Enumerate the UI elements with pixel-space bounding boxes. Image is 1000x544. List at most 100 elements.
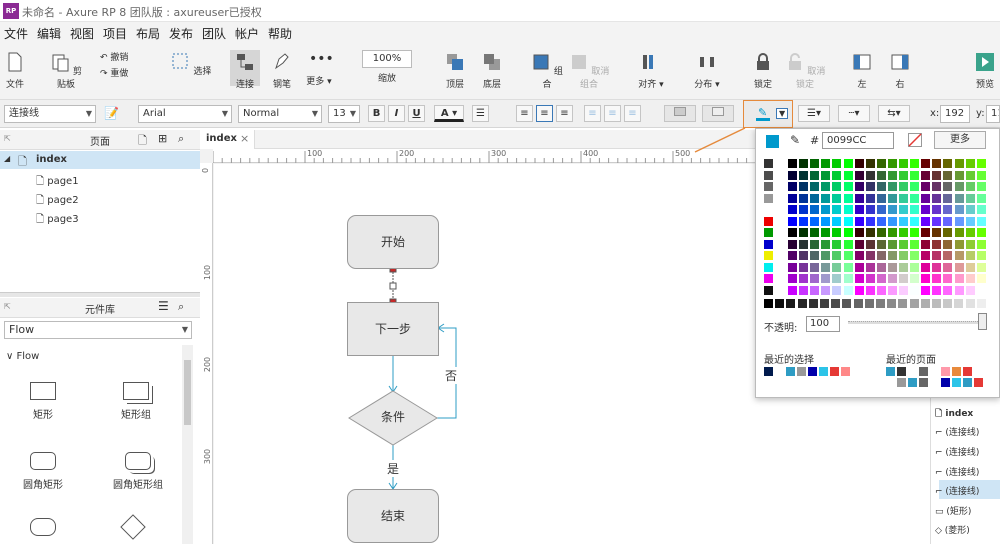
library-scrollbar[interactable]: [182, 345, 193, 544]
color-swatch[interactable]: [976, 239, 986, 249]
color-swatch[interactable]: [832, 170, 842, 180]
color-swatch[interactable]: [832, 205, 842, 214]
color-swatch[interactable]: [821, 262, 831, 272]
color-swatch[interactable]: [932, 274, 942, 283]
color-swatch[interactable]: [797, 367, 806, 376]
color-swatch[interactable]: [976, 262, 986, 272]
color-swatch[interactable]: [965, 170, 975, 180]
color-swatch[interactable]: [865, 251, 875, 260]
color-swatch[interactable]: [810, 193, 820, 203]
color-swatch[interactable]: [788, 262, 797, 272]
menu-file[interactable]: 文件: [4, 25, 28, 42]
widget-stadium[interactable]: [30, 518, 56, 536]
color-swatch[interactable]: [832, 228, 842, 237]
color-swatch[interactable]: [963, 367, 972, 376]
color-swatch[interactable]: [854, 239, 864, 249]
color-swatch[interactable]: [976, 285, 986, 295]
outline-item[interactable]: ⌐ (连接线): [935, 465, 979, 478]
x-input[interactable]: 192: [940, 105, 970, 123]
color-swatch[interactable]: [965, 274, 975, 283]
color-swatch[interactable]: [952, 378, 961, 387]
underline-button[interactable]: U: [408, 105, 425, 122]
color-swatch[interactable]: [764, 299, 773, 308]
color-swatch[interactable]: [943, 193, 953, 203]
color-swatch[interactable]: [887, 251, 897, 260]
color-swatch[interactable]: [788, 170, 797, 180]
color-swatch[interactable]: [821, 159, 831, 168]
align-button[interactable]: 对齐 ▾: [636, 52, 666, 90]
color-swatch[interactable]: [899, 205, 908, 214]
color-swatch[interactable]: [910, 274, 920, 283]
left-button[interactable]: 左: [850, 52, 874, 90]
line-pattern-button[interactable]: ┄▾: [838, 105, 870, 122]
color-swatch[interactable]: [899, 216, 908, 226]
preview-button[interactable]: 预览: [972, 52, 998, 90]
color-swatch[interactable]: [810, 251, 820, 260]
color-swatch[interactable]: [943, 251, 953, 260]
color-swatch[interactable]: [976, 228, 986, 237]
color-swatch[interactable]: [932, 205, 942, 214]
outline-item[interactable]: ◇ (菱形): [935, 523, 970, 536]
color-swatch[interactable]: [843, 239, 853, 249]
color-swatch[interactable]: [965, 262, 975, 272]
color-swatch[interactable]: [941, 378, 950, 387]
panel-splitter[interactable]: [0, 292, 200, 297]
color-swatch[interactable]: [921, 262, 931, 272]
page-item-index[interactable]: ◢ 🗋 index: [0, 151, 200, 169]
color-swatch[interactable]: [832, 251, 842, 260]
color-swatch[interactable]: [941, 367, 950, 376]
color-swatch[interactable]: [876, 285, 886, 295]
distribute-button[interactable]: 分布 ▾: [692, 52, 722, 90]
color-swatch[interactable]: [876, 170, 886, 180]
weight-select[interactable]: Normal ▼: [238, 105, 322, 123]
menu-project[interactable]: 项目: [103, 25, 127, 42]
color-swatch[interactable]: [799, 251, 809, 260]
color-swatch[interactable]: [821, 170, 831, 180]
color-swatch[interactable]: [921, 251, 931, 260]
color-swatch[interactable]: [899, 274, 908, 283]
color-swatch[interactable]: [865, 159, 875, 168]
color-swatch[interactable]: [897, 378, 906, 387]
bold-button[interactable]: B: [368, 105, 385, 122]
color-swatch[interactable]: [887, 193, 897, 203]
add-folder-icon[interactable]: ⊞: [158, 132, 167, 145]
color-swatch[interactable]: [965, 285, 975, 295]
outline-item[interactable]: ▭ (矩形): [935, 504, 971, 517]
color-swatch[interactable]: [764, 205, 773, 214]
color-swatch[interactable]: [899, 228, 908, 237]
color-swatch[interactable]: [865, 205, 875, 214]
color-swatch[interactable]: [965, 251, 975, 260]
valign-middle-button[interactable]: ≡: [604, 105, 621, 122]
color-swatch[interactable]: [910, 170, 920, 180]
search-icon[interactable]: ⌕: [178, 132, 184, 146]
color-swatch[interactable]: [921, 216, 931, 226]
color-swatch[interactable]: [965, 299, 975, 308]
lock-button[interactable]: 锁定: [748, 52, 778, 90]
color-swatch[interactable]: [910, 193, 920, 203]
color-swatch[interactable]: [965, 216, 975, 226]
color-swatch[interactable]: [810, 274, 820, 283]
style-select[interactable]: 连接线 ▼: [4, 105, 96, 123]
color-swatch[interactable]: [832, 239, 842, 249]
color-swatch[interactable]: [954, 159, 964, 168]
color-swatch[interactable]: [976, 205, 986, 214]
color-swatch[interactable]: [843, 228, 853, 237]
color-swatch[interactable]: [865, 239, 875, 249]
color-swatch[interactable]: [764, 285, 773, 295]
hex-input[interactable]: 0099CC: [822, 132, 894, 149]
color-swatch[interactable]: [921, 285, 931, 295]
color-swatch[interactable]: [943, 159, 953, 168]
color-swatch[interactable]: [764, 193, 773, 203]
color-swatch[interactable]: [799, 159, 809, 168]
color-swatch[interactable]: [821, 274, 831, 283]
send-bottom-button[interactable]: 底层: [477, 52, 507, 90]
color-swatch[interactable]: [775, 299, 785, 308]
menu-edit[interactable]: 编辑: [37, 25, 61, 42]
color-swatch[interactable]: [954, 285, 964, 295]
ungroup-button[interactable]: 取消组合: [568, 52, 610, 90]
color-swatch[interactable]: [921, 228, 931, 237]
color-swatch[interactable]: [965, 159, 975, 168]
valign-top-button[interactable]: ≡: [584, 105, 601, 122]
color-swatch[interactable]: [764, 367, 773, 376]
color-swatch[interactable]: [910, 239, 920, 249]
